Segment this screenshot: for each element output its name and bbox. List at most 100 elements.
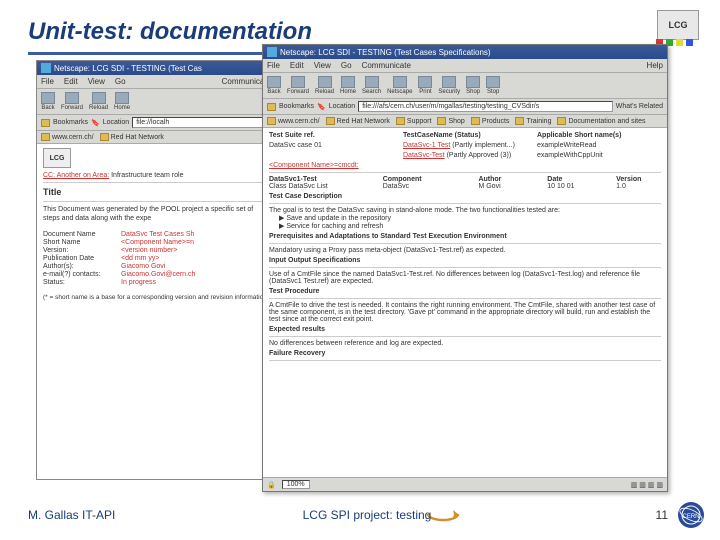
hdr-name: TestCaseName (Status)	[403, 132, 527, 139]
netscape-icon	[267, 47, 277, 57]
k-email: e-mail(?) contacts:	[43, 271, 113, 278]
location-bar-front: Bookmarks 🔖 Location file:///afs/cern.ch…	[263, 99, 667, 115]
bullet-1: ▶ Save and update in the repository	[279, 214, 661, 222]
d-ver-v: 1.0	[616, 183, 661, 190]
k-pub: Publication Date	[43, 255, 113, 262]
whats-related[interactable]: What's Related	[616, 103, 663, 110]
location-field-front[interactable]: file:///afs/cern.ch/user/m/mgallas/testi…	[358, 101, 613, 112]
content-back: LCG CC: Another on Area: Infrastructure …	[37, 144, 275, 454]
status-bar: 🔒 100% ▥ ▥ ▥ ▥	[263, 477, 667, 491]
v-status: In progress	[121, 279, 156, 286]
status-icons: ▥ ▥ ▥ ▥	[631, 481, 663, 489]
menu-file[interactable]: File	[41, 77, 54, 86]
shop-button[interactable]: Shop	[466, 76, 480, 95]
hdr-suite: Test Suite ref.	[269, 132, 393, 139]
bookmark-icon[interactable]	[41, 119, 50, 127]
bookmarks-label[interactable]: Bookmarks	[53, 119, 88, 126]
menu-help[interactable]: Help	[647, 61, 663, 70]
k-auth: Author(s):	[43, 263, 113, 270]
menu-edit[interactable]: Edit	[64, 77, 78, 86]
tc-link[interactable]: DataSvc-Test	[403, 152, 445, 159]
sec-fail: Failure Recovery	[269, 350, 661, 357]
v-docname: DataSvc Test Cases Sh	[121, 231, 194, 238]
titlebar-front: Netscape: LCG SDI - TESTING (Test Cases …	[263, 45, 667, 59]
forward-button[interactable]: Forward	[61, 92, 83, 111]
menu-go[interactable]: Go	[115, 77, 126, 86]
page-number: 11	[656, 508, 668, 522]
slide-footer: M. Gallas IT-API LCG SPI project: testin…	[28, 500, 706, 530]
sec-desc: Test Case Description	[269, 193, 661, 200]
sec-proc: Test Procedure	[269, 288, 661, 295]
slide-title: Unit-test: documentation	[28, 18, 692, 46]
bookmark-bar-back: www.cern.ch/ Red Hat Network	[37, 131, 275, 144]
location-field-back[interactable]: file://localh	[132, 117, 271, 128]
v-auth: Giacomo Govi	[121, 263, 165, 270]
location-icon: 🔖	[317, 103, 326, 111]
window-title-front: Netscape: LCG SDI - TESTING (Test Cases …	[280, 48, 491, 57]
reload-button[interactable]: Reload	[315, 76, 334, 95]
menu-go[interactable]: Go	[341, 61, 352, 70]
bm-cern[interactable]: www.cern.ch/	[267, 117, 320, 125]
d-auth: Author	[478, 176, 501, 183]
tc-link[interactable]: DataSvc-1 Test	[403, 142, 450, 149]
svg-text:CERN: CERN	[682, 514, 699, 520]
print-button[interactable]: Print	[418, 76, 432, 95]
v-ver: <version number>	[121, 247, 177, 254]
footer-project: LCG SPI project: testing	[303, 508, 432, 522]
cc-link[interactable]: CC: Another on Area:	[43, 172, 109, 179]
d-comp-v: DataSvc	[383, 183, 473, 190]
netscape-button[interactable]: Netscape	[387, 76, 412, 95]
cc-value: Infrastructure team role	[111, 172, 183, 179]
lcg-mini-logo: LCG	[43, 148, 71, 168]
d-comp: Component	[383, 176, 422, 183]
sec-exp: Expected results	[269, 326, 661, 333]
footer-author: M. Gallas IT-API	[28, 508, 115, 522]
browser-window-back: Netscape: LCG SDI - TESTING (Test Cas Fi…	[36, 60, 276, 480]
home-button[interactable]: Home	[340, 76, 356, 95]
bm-redhat[interactable]: Red Hat Network	[326, 117, 390, 125]
bookmarks-label[interactable]: Bookmarks	[279, 103, 314, 110]
toolbar-front: Back Forward Reload Home Search Netscape…	[263, 73, 667, 99]
home-button[interactable]: Home	[114, 92, 130, 111]
bm-products[interactable]: Products	[471, 117, 510, 125]
titlebar-back: Netscape: LCG SDI - TESTING (Test Cas	[37, 61, 275, 75]
component-name-line: <Component Name>=cmcdt:	[269, 162, 661, 169]
bookmark-icon[interactable]	[267, 103, 276, 111]
netscape-icon	[41, 63, 51, 73]
stop-button[interactable]: Stop	[486, 76, 500, 95]
hdr-short: Applicable Short name(s)	[537, 132, 661, 139]
menu-edit[interactable]: Edit	[290, 61, 304, 70]
bm-support[interactable]: Support	[396, 117, 432, 125]
search-button[interactable]: Search	[362, 76, 381, 95]
bm-redhat[interactable]: Red Hat Network	[100, 133, 164, 141]
menu-view[interactable]: View	[88, 77, 105, 86]
menubar-front[interactable]: File Edit View Go Communicate Help	[263, 59, 667, 73]
menu-file[interactable]: File	[267, 61, 280, 70]
reload-button[interactable]: Reload	[89, 92, 108, 111]
d-date-v: 10 10 01	[547, 183, 610, 190]
d-name-v: Class DataSvc List	[269, 183, 377, 190]
bm-training[interactable]: Training	[515, 117, 551, 125]
menubar-back[interactable]: File Edit View Go Communicate	[37, 75, 275, 89]
back-button[interactable]: Back	[41, 92, 55, 111]
toolbar-back: Back Forward Reload Home	[37, 89, 275, 115]
back-button[interactable]: Back	[267, 76, 281, 95]
bm-shop[interactable]: Shop	[437, 117, 464, 125]
v-email: Giacomo.Govi@cern.ch	[121, 271, 195, 278]
title-heading: Title	[43, 187, 269, 197]
k-status: Status:	[43, 279, 113, 286]
table-row: DataSvc case 01 DataSvc-1 Test (Partly i…	[269, 142, 661, 149]
d-auth-v: M Govi	[478, 183, 541, 190]
security-button[interactable]: Security	[438, 76, 460, 95]
forward-button[interactable]: Forward	[287, 76, 309, 95]
window-title-back: Netscape: LCG SDI - TESTING (Test Cas	[54, 64, 202, 73]
bm-cern[interactable]: www.cern.ch/	[41, 133, 94, 141]
menu-communicator[interactable]: Communicate	[362, 61, 411, 70]
d-name: DataSvc1-Test	[269, 176, 317, 183]
menu-view[interactable]: View	[314, 61, 331, 70]
bm-docs[interactable]: Documentation and sites	[557, 117, 645, 125]
prereq-text: Mandatory using a Proxy pass meta-object…	[269, 247, 661, 254]
desc-text: The goal is to test the DataSvc saving i…	[269, 207, 661, 214]
location-icon: 🔖	[91, 119, 100, 127]
k-short: Short Name	[43, 239, 113, 246]
